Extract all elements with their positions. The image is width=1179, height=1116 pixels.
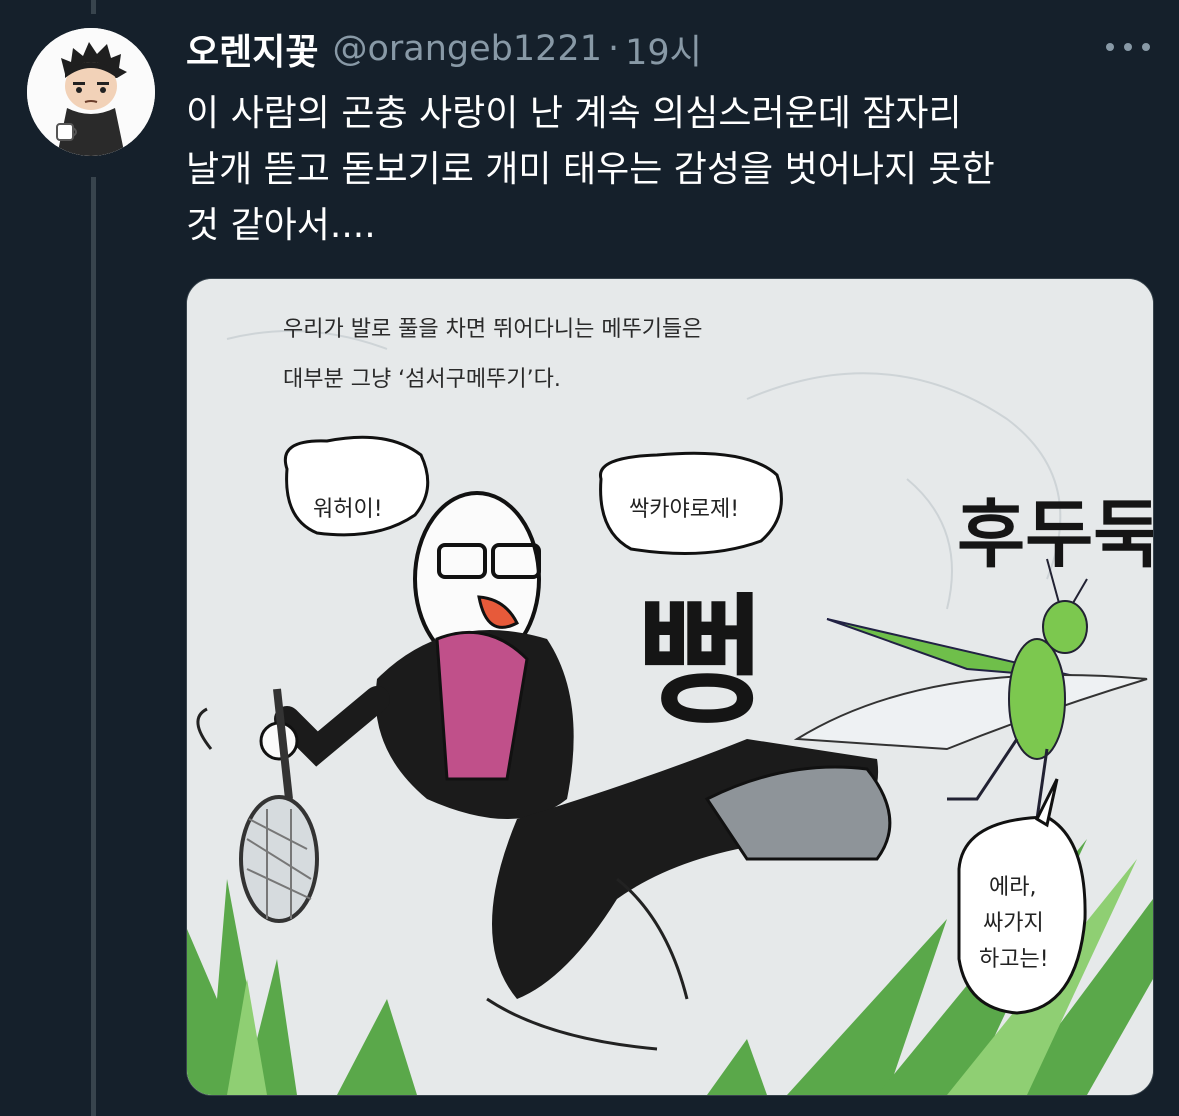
sfx-hop: 후두둑 xyxy=(957,492,1154,578)
tweet-header: 오렌지꽃 @orangeb1221 · 19시 xyxy=(186,24,702,74)
tweet[interactable]: 오렌지꽃 @orangeb1221 · 19시 이 사람의 곤충 사랑이 난 계… xyxy=(0,0,1179,1116)
speech-bubble-left: 워허이! xyxy=(313,497,383,522)
thread-line xyxy=(91,177,96,1116)
comic-caption-line2: 대부분 그냥 ‘섬서구메뚜기’다. xyxy=(283,367,561,392)
speech-bubble-center: 싹카야로제! xyxy=(629,497,740,522)
separator-dot: · xyxy=(607,29,620,69)
tweet-text: 이 사람의 곤충 사랑이 난 계속 의심스러운데 잠자리 날개 뜯고 돋보기로 … xyxy=(186,93,995,246)
comic-caption-line1: 우리가 발로 풀을 차면 뛰어다니는 메뚜기들은 xyxy=(283,317,703,342)
speech-bubble-right-line1: 에라, xyxy=(989,875,1037,900)
thread-line-top xyxy=(91,0,96,14)
speech-bubble-right-line2: 싸가지 xyxy=(983,911,1044,936)
sfx-kick: 뻥 xyxy=(637,581,766,744)
speech-bubble-right-line3: 하고는! xyxy=(979,947,1049,972)
user-handle[interactable]: @orangeb1221 xyxy=(332,29,601,69)
tweet-image[interactable]: 우리가 발로 풀을 차면 뛰어다니는 메뚜기들은 대부분 그냥 ‘섬서구메뚜기’… xyxy=(186,278,1154,1096)
more-horizontal-icon[interactable] xyxy=(1100,32,1160,62)
timestamp[interactable]: 19시 xyxy=(625,24,702,75)
avatar[interactable] xyxy=(27,28,155,156)
display-name[interactable]: 오렌지꽃 xyxy=(186,23,318,75)
avatar-illustration xyxy=(27,28,155,156)
